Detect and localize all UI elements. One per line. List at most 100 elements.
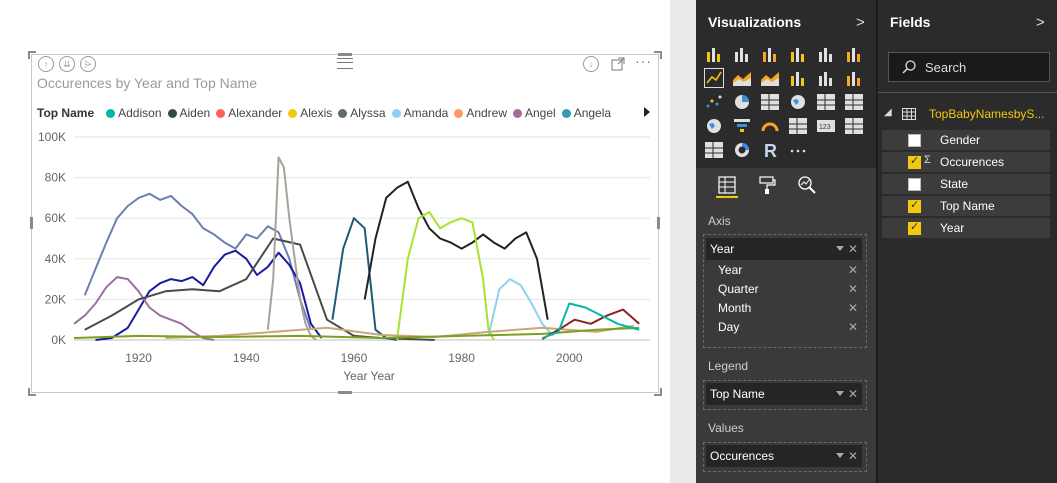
map-icon[interactable] [788,92,808,112]
field-row[interactable]: Year [882,218,1050,238]
pie-chart-icon[interactable] [732,92,752,112]
plot-area: 0K 20K 40K 60K 80K 100K 1920 1940 1960 1980 2000 Ye… [38,130,650,383]
values-well[interactable]: Occurences ✕ [703,442,867,472]
series-line [73,276,215,341]
clustered-bar-chart-icon[interactable] [760,44,780,64]
legend-field-pill[interactable]: Top Name ✕ [706,383,862,405]
funnel-icon[interactable] [732,116,752,136]
fields-collapse-chevron-icon[interactable]: > [1036,14,1045,31]
line-clustered-column-chart-icon[interactable] [816,68,836,88]
field-checkbox[interactable] [908,134,921,147]
legend-item[interactable]: Amanda [391,106,448,120]
100-percent-column-chart-icon[interactable] [844,44,864,64]
resize-handle-bottom-right[interactable] [654,388,662,396]
resize-handle-bottom-left[interactable] [28,388,36,396]
field-name: Gender [940,133,981,147]
legend-item[interactable]: Alexander [216,106,282,120]
stacked-column-chart-icon[interactable] [732,44,752,64]
legend-item[interactable]: Addison [106,106,162,120]
hierarchy-month[interactable]: Month ✕ [706,299,862,318]
more-options-icon[interactable]: ··· [635,53,652,69]
scatter-chart-icon[interactable] [704,92,724,112]
legend-item[interactable]: Angela [561,106,611,120]
collapse-chevron-icon[interactable]: > [856,14,865,31]
stacked-area-chart-icon[interactable] [760,68,780,88]
legend-item[interactable]: Alexis [288,106,332,120]
treemap-icon[interactable] [760,92,780,112]
line-column-chart-icon[interactable] [788,68,808,88]
pane-tool-strip [696,168,876,204]
field-row[interactable]: Gender [882,130,1050,150]
legend-item[interactable]: Aiden [167,106,210,120]
fields-tab-icon[interactable] [716,174,738,198]
hierarchy-year-remove-icon[interactable]: ✕ [848,261,858,280]
search-placeholder: Search [925,60,967,75]
filled-map-icon[interactable] [704,116,724,136]
multi-row-card-icon[interactable] [788,116,808,136]
legend-marker [106,109,116,118]
legend-well[interactable]: Top Name ✕ [703,380,867,410]
gauge-icon[interactable] [760,116,780,136]
kpi-icon[interactable] [844,116,864,136]
fields-search-input[interactable]: Search [888,52,1050,82]
legend-item[interactable]: Andrew [454,106,507,120]
table-visual-icon[interactable] [816,92,836,112]
values-remove-icon[interactable]: ✕ [848,445,858,467]
r-visual-icon[interactable]: R [760,140,780,160]
legend-item-label: Alexis [300,106,333,120]
axis-dropdown-caret-icon[interactable] [836,246,844,251]
stacked-bar-chart-icon[interactable] [704,44,724,64]
line-chart-visual[interactable]: ↑ ⇊ ⩥ ↓ ··· Occurences by Year and Top N… [28,51,662,396]
100-percent-bar-chart-icon[interactable] [816,44,836,64]
waterfall-chart-icon[interactable] [844,68,864,88]
field-checkbox[interactable] [908,220,921,235]
legend-marker [216,109,226,118]
field-checkbox[interactable] [908,178,921,191]
hierarchy-day[interactable]: Day ✕ [706,318,862,337]
focus-mode-icon[interactable] [611,57,625,71]
field-name: Top Name [940,199,995,213]
axis-remove-icon[interactable]: ✕ [848,238,858,260]
expand-hierarchy-icon[interactable]: ⩥ [80,56,96,72]
axis-well[interactable]: Year ✕ Year ✕ Quarter ✕ Month ✕ Day ✕ [703,234,867,348]
hierarchy-quarter-remove-icon[interactable]: ✕ [848,280,858,299]
legend-item-label: Addison [118,106,162,120]
field-row[interactable]: State [882,174,1050,194]
slicer-icon[interactable] [704,140,724,160]
legend-remove-icon[interactable]: ✕ [848,383,858,405]
values-dropdown-caret-icon[interactable] [836,453,844,458]
matrix-icon[interactable] [844,92,864,112]
legend-item[interactable]: Alyssa [338,106,386,120]
format-paint-roller-icon[interactable] [756,174,778,196]
drill-down-all-icon[interactable]: ⇊ [59,56,75,72]
svg-text:123: 123 [819,124,831,131]
table-node[interactable]: ◢ TopBabyNamesbyS... [878,104,1057,126]
legend-dropdown-caret-icon[interactable] [836,391,844,396]
drag-grip-icon[interactable] [337,58,353,69]
line-chart-icon[interactable] [704,68,724,88]
drill-mode-icon[interactable]: ↓ [583,56,599,72]
sigma-icon: Σ [924,154,931,166]
legend-item[interactable]: Angel [513,106,556,120]
donut-chart-icon[interactable] [732,140,752,160]
analytics-magnifier-icon[interactable] [796,174,818,196]
card-icon[interactable]: 123 [816,116,836,136]
field-checkbox[interactable] [908,154,921,169]
field-row[interactable]: Top Name [882,196,1050,216]
drill-up-icon[interactable]: ↑ [38,56,54,72]
axis-field-pill[interactable]: Year ✕ [706,238,862,260]
more-visuals-icon[interactable] [788,140,808,160]
clustered-column-chart-icon[interactable] [788,44,808,64]
field-checkbox[interactable] [908,198,921,213]
values-field-pill[interactable]: Occurences ✕ [706,445,862,467]
hierarchy-quarter[interactable]: Quarter ✕ [706,280,862,299]
field-row[interactable]: Σ Occurences [882,152,1050,172]
hierarchy-month-remove-icon[interactable]: ✕ [848,299,858,318]
area-chart-icon[interactable] [732,68,752,88]
table-expand-icon[interactable]: ◢ [884,107,892,118]
resize-handle-bottom[interactable] [338,391,352,394]
legend-item-label: Angel [525,106,556,120]
hierarchy-year[interactable]: Year ✕ [706,261,862,280]
legend-next-arrow-icon[interactable] [644,107,650,117]
hierarchy-day-remove-icon[interactable]: ✕ [848,318,858,337]
